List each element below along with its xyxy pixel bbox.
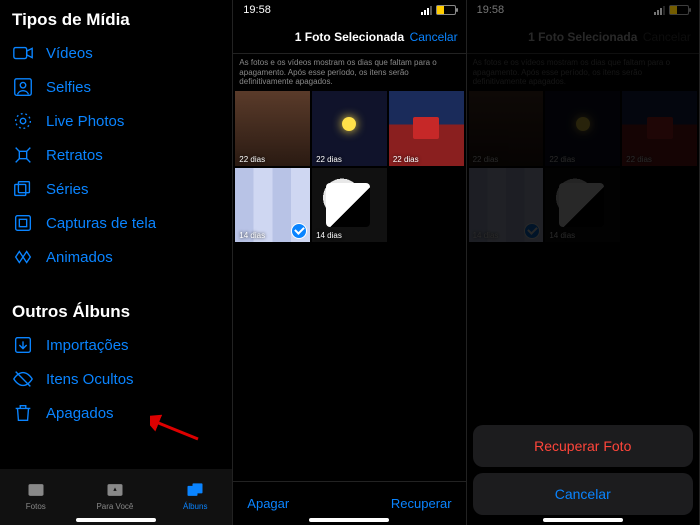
action-sheet: Recuperar Foto Cancelar xyxy=(473,425,693,515)
tab-albums[interactable]: Álbuns xyxy=(183,480,207,511)
battery-icon xyxy=(436,5,456,15)
photo-thumb[interactable]: 22 dias xyxy=(389,91,464,166)
photo-thumb[interactable]: 22 dias xyxy=(235,91,310,166)
photo-thumb[interactable]: 14 dias xyxy=(312,168,387,243)
row-label: Vídeos xyxy=(46,45,93,62)
row-screenshots[interactable]: Capturas de tela xyxy=(0,206,232,240)
row-label: Animados xyxy=(46,249,113,266)
row-label: Apagados xyxy=(46,405,114,422)
screen-deleted-select: 19:58 1 Foto Selecionada Cancelar As fot… xyxy=(233,0,466,525)
row-imports[interactable]: Importações xyxy=(0,328,232,362)
home-indicator[interactable] xyxy=(76,518,156,522)
row-label: Séries xyxy=(46,181,89,198)
delete-button[interactable]: Apagar xyxy=(247,496,289,511)
row-label: Capturas de tela xyxy=(46,215,156,232)
days-remaining: 22 dias xyxy=(239,155,265,164)
trash-icon xyxy=(12,402,34,424)
tab-for-you[interactable]: Para Você xyxy=(96,480,133,511)
days-remaining: 22 dias xyxy=(316,155,342,164)
recover-button[interactable]: Recuperar xyxy=(391,496,452,511)
cancel-button[interactable]: Cancelar xyxy=(410,30,458,44)
selected-check-icon xyxy=(291,223,307,239)
sheet-recover-photo-button[interactable]: Recuperar Foto xyxy=(473,425,693,467)
home-indicator[interactable] xyxy=(543,518,623,522)
status-time: 19:58 xyxy=(243,4,271,16)
row-label: Live Photos xyxy=(46,113,124,130)
row-hidden[interactable]: Itens Ocultos xyxy=(0,362,232,396)
hidden-icon xyxy=(12,368,34,390)
row-label: Itens Ocultos xyxy=(46,371,134,388)
section-title-media: Tipos de Mídia xyxy=(0,0,232,36)
section-title-other: Outros Álbuns xyxy=(0,292,232,328)
photo-thumb[interactable]: 22 dias xyxy=(312,91,387,166)
row-bursts[interactable]: Séries xyxy=(0,172,232,206)
row-selfies[interactable]: Selfies xyxy=(0,70,232,104)
row-portraits[interactable]: Retratos xyxy=(0,138,232,172)
media-types-list: Vídeos Selfies Live Photos Retratos Séri… xyxy=(0,36,232,274)
tab-bar: Fotos Para Você Álbuns xyxy=(0,469,232,525)
animated-icon xyxy=(12,246,34,268)
other-albums-list: Importações Itens Ocultos Apagados xyxy=(0,328,232,430)
days-remaining: 14 dias xyxy=(239,231,265,240)
home-indicator[interactable] xyxy=(309,518,389,522)
signal-icon xyxy=(421,6,432,15)
nav-header: 1 Foto Selecionada Cancelar xyxy=(233,20,465,54)
days-remaining: 14 dias xyxy=(316,231,342,240)
sheet-cancel-button[interactable]: Cancelar xyxy=(473,473,693,515)
import-icon xyxy=(12,334,34,356)
tab-label: Fotos xyxy=(26,502,46,511)
selfie-icon xyxy=(12,76,34,98)
nav-title: 1 Foto Selecionada xyxy=(295,30,404,44)
row-animated[interactable]: Animados xyxy=(0,240,232,274)
tab-label: Para Você xyxy=(96,502,133,511)
row-live-photos[interactable]: Live Photos xyxy=(0,104,232,138)
tab-label: Álbuns xyxy=(183,502,207,511)
photo-thumb-selected[interactable]: 14 dias xyxy=(235,168,310,243)
livephoto-icon xyxy=(12,110,34,132)
tab-photos[interactable]: Fotos xyxy=(25,480,47,511)
row-recently-deleted[interactable]: Apagados xyxy=(0,396,232,430)
row-label: Retratos xyxy=(46,147,103,164)
info-text: As fotos e os vídeos mostram os dias que… xyxy=(233,54,465,91)
deleted-photos-grid: 22 dias 22 dias 22 dias 14 dias 14 dias xyxy=(233,91,465,243)
row-videos[interactable]: Vídeos xyxy=(0,36,232,70)
burst-icon xyxy=(12,178,34,200)
status-bar: 19:58 xyxy=(233,0,465,20)
row-label: Importações xyxy=(46,337,129,354)
screen-albums: Tipos de Mídia Vídeos Selfies Live Photo… xyxy=(0,0,233,525)
row-label: Selfies xyxy=(46,79,91,96)
screen-deleted-action-sheet: 19:58 1 Foto Selecionada Cancelar As fot… xyxy=(467,0,700,525)
days-remaining: 22 dias xyxy=(393,155,419,164)
screenshot-icon xyxy=(12,212,34,234)
video-icon xyxy=(12,42,34,64)
portrait-icon xyxy=(12,144,34,166)
